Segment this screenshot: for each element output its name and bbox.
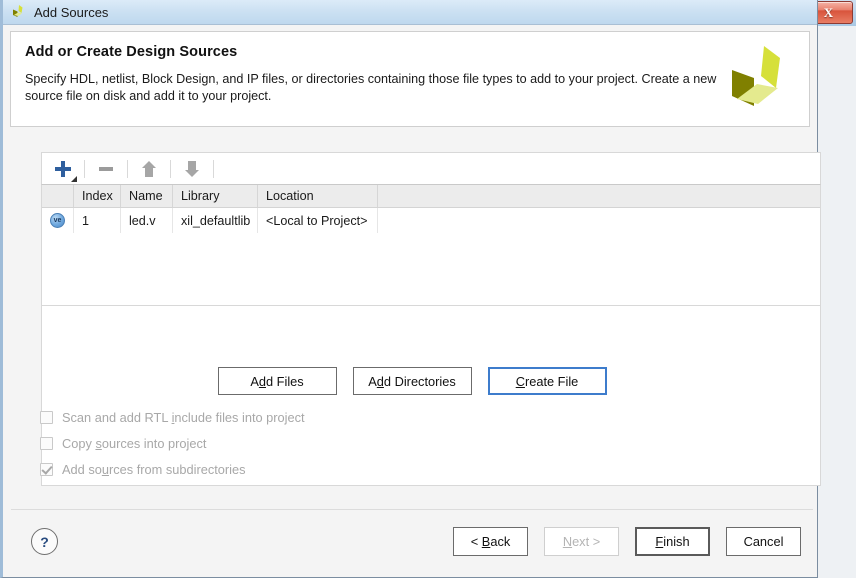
add-sources-dialog: Add Sources Add or Create Design Sources…	[0, 0, 821, 578]
add-source-button[interactable]	[48, 156, 78, 182]
table-header-row: Index Name Library Location	[42, 185, 820, 208]
column-header-location[interactable]: Location	[258, 185, 378, 207]
plus-icon	[54, 160, 72, 178]
arrow-up-icon	[142, 160, 156, 177]
cell-filler	[378, 208, 820, 233]
finish-button-label: Finish	[655, 534, 690, 549]
cell-name: led.v	[121, 208, 173, 233]
arrow-down-icon	[185, 160, 199, 177]
back-button[interactable]: < Back	[453, 527, 528, 556]
dialog-title: Add Sources	[34, 4, 109, 20]
cell-index: 1	[74, 208, 121, 233]
verilog-file-icon: ve	[50, 213, 65, 228]
checkbox-box-checked	[40, 463, 53, 476]
scan-rtl-include-checkbox[interactable]: Scan and add RTL include files into proj…	[40, 410, 305, 425]
cancel-button-label: Cancel	[743, 534, 784, 549]
chevron-down-icon	[71, 175, 77, 182]
copy-sources-checkbox[interactable]: Copy sources into project	[40, 436, 305, 451]
add-directories-button-label: Add Directories	[368, 373, 456, 389]
scan-rtl-include-label: Scan and add RTL include files into proj…	[62, 410, 305, 425]
add-subdirectories-label: Add sources from subdirectories	[62, 462, 246, 477]
next-button-label: Next >	[562, 534, 601, 549]
remove-source-button[interactable]	[91, 156, 121, 182]
page-title: Add or Create Design Sources	[25, 44, 238, 60]
cancel-button[interactable]: Cancel	[726, 527, 801, 556]
back-button-label: < Back	[470, 534, 511, 549]
vivado-logo-icon	[11, 4, 27, 20]
close-icon: X	[823, 4, 834, 20]
column-header-index[interactable]: Index	[74, 185, 121, 207]
vivado-logo-icon	[728, 44, 800, 116]
header-panel: Add or Create Design Sources Specify HDL…	[10, 31, 810, 127]
add-files-button-label: Add Files	[250, 373, 304, 389]
footer-divider	[11, 509, 813, 510]
finish-button[interactable]: Finish	[635, 527, 710, 556]
toolbar-separator-3	[170, 159, 171, 178]
source-list-toolbar	[41, 152, 821, 184]
dialog-titlebar: Add Sources	[3, 0, 817, 25]
help-button[interactable]: ?	[31, 528, 58, 555]
toolbar-separator-2	[127, 159, 128, 178]
next-button: Next >	[544, 527, 619, 556]
column-header-icon[interactable]	[42, 185, 74, 207]
table-row[interactable]: ve 1 led.v xil_defaultlib <Local to Proj…	[42, 208, 820, 233]
create-file-button-label: Create File	[515, 373, 579, 389]
add-directories-button[interactable]: Add Directories	[352, 367, 472, 395]
copy-sources-label: Copy sources into project	[62, 436, 207, 451]
column-header-filler	[378, 185, 820, 207]
checkbox-box	[40, 437, 53, 450]
checkbox-box	[40, 411, 53, 424]
page-description: Specify HDL, netlist, Block Design, and …	[25, 72, 717, 103]
source-action-buttons: Add Files Add Directories Create File	[3, 367, 821, 395]
cell-library[interactable]: xil_defaultlib	[173, 208, 258, 233]
options-checkbox-group: Scan and add RTL include files into proj…	[40, 410, 305, 477]
minus-icon	[99, 166, 113, 171]
question-mark-icon: ?	[40, 533, 49, 550]
move-down-button[interactable]	[177, 156, 207, 182]
column-header-library[interactable]: Library	[173, 185, 258, 207]
source-files-table: Index Name Library Location ve 1 led.v x…	[41, 184, 821, 306]
column-header-name[interactable]: Name	[121, 185, 173, 207]
add-subdirectories-checkbox[interactable]: Add sources from subdirectories	[40, 462, 305, 477]
toolbar-separator-1	[84, 159, 85, 178]
move-up-button[interactable]	[134, 156, 164, 182]
wizard-navigation-buttons: < Back Next > Finish Cancel	[453, 527, 801, 556]
add-files-button[interactable]: Add Files	[217, 367, 337, 395]
create-file-button[interactable]: Create File	[487, 367, 607, 395]
cell-location: <Local to Project>	[258, 208, 378, 233]
row-file-type-icon-cell: ve	[42, 208, 74, 233]
toolbar-separator-4	[213, 159, 214, 178]
